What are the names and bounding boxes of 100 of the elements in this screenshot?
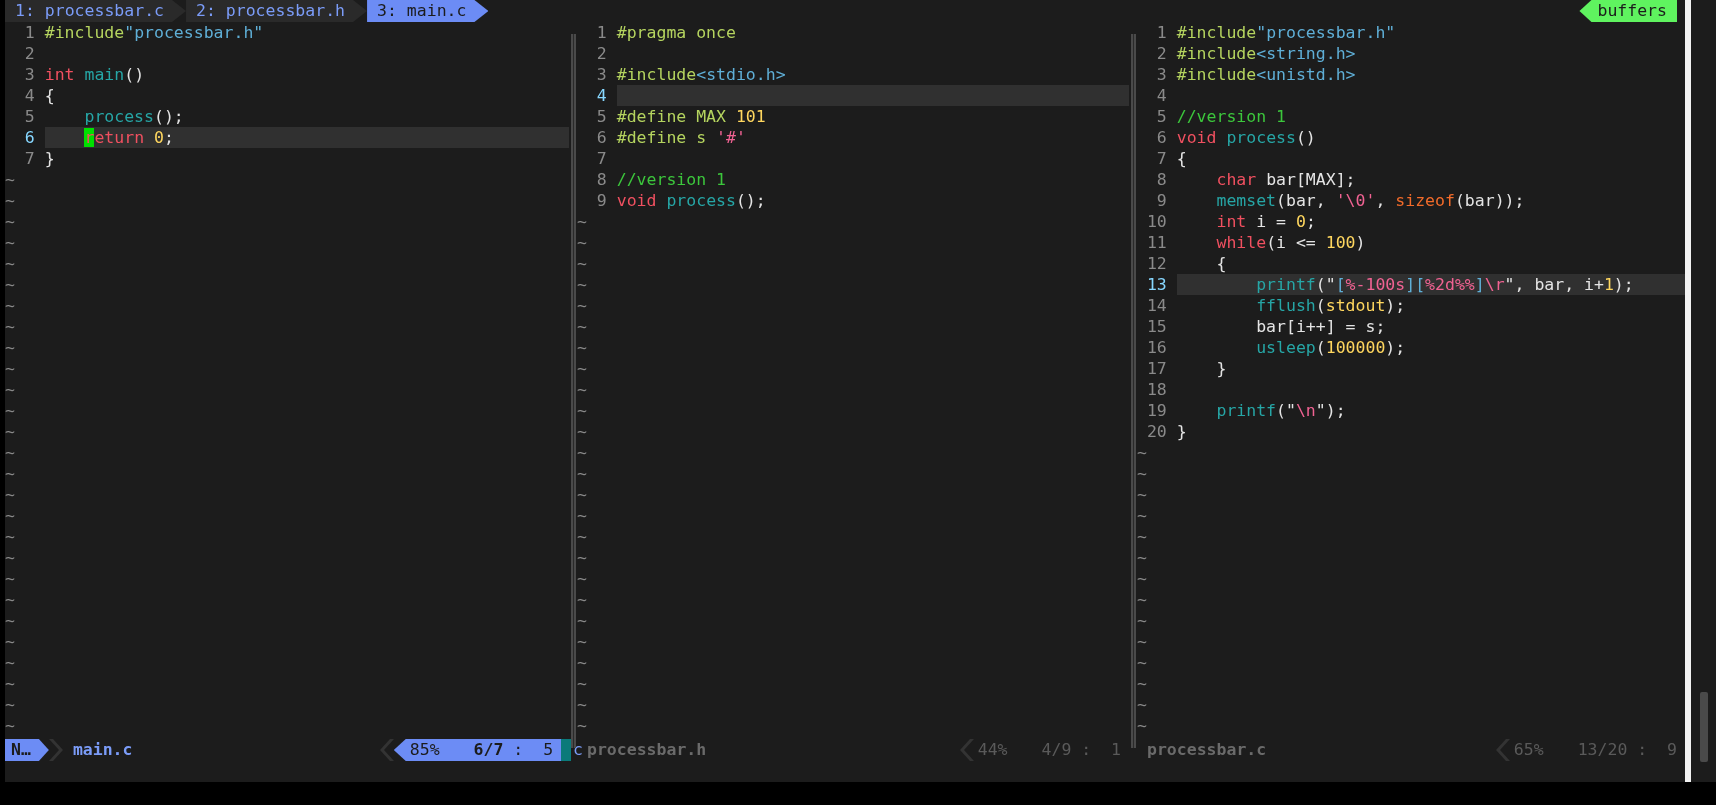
code-line: process();	[83, 106, 185, 127]
empty-line-marker: ~	[1137, 568, 1147, 589]
line-number: 11	[1145, 232, 1167, 253]
code-line: }	[44, 148, 56, 169]
empty-line-marker: ~	[5, 505, 15, 526]
scroll-percent: 44%	[977, 739, 1008, 761]
empty-line-marker: ~	[5, 211, 15, 232]
empty-line-marker: ~	[577, 610, 587, 631]
empty-line-marker: ~	[5, 694, 15, 715]
empty-line-marker: ~	[1137, 505, 1147, 526]
empty-line-marker: ~	[577, 379, 587, 400]
line-number: 9	[1155, 190, 1167, 211]
empty-line-marker: ~	[577, 253, 587, 274]
chevron-icon	[379, 739, 394, 761]
empty-line-marker: ~	[577, 505, 587, 526]
buffers-label: buffers	[1579, 0, 1677, 22]
line-number: 2	[595, 43, 607, 64]
code-line: fflush(stdout);	[1255, 295, 1407, 316]
code-line: #include<stdio.h>	[616, 64, 787, 85]
code-line: //version 1	[616, 169, 727, 190]
line-number: 15	[1145, 316, 1167, 337]
empty-line-marker: ~	[5, 715, 15, 736]
empty-line-marker: ~	[1137, 673, 1147, 694]
line-number: 10	[1145, 211, 1167, 232]
line-number: 3	[1155, 64, 1167, 85]
empty-line-marker: ~	[5, 295, 15, 316]
empty-line-marker: ~	[1137, 589, 1147, 610]
mode-indicator: N…	[5, 739, 49, 761]
empty-line-marker: ~	[5, 253, 15, 274]
line-number: 4	[23, 85, 35, 106]
code-line: #include"processbar.h"	[1176, 22, 1397, 43]
empty-line-marker: ~	[577, 463, 587, 484]
code-line: {	[44, 85, 56, 106]
empty-line-marker: ~	[5, 526, 15, 547]
line-number: 8	[595, 169, 607, 190]
line-number: 2	[23, 43, 35, 64]
empty-line-marker: ~	[5, 190, 15, 211]
line-number: 6	[595, 127, 607, 148]
code-line: #pragma once	[616, 22, 737, 43]
line-number: 6	[23, 127, 35, 148]
empty-line-marker: ~	[1137, 463, 1147, 484]
empty-line-marker: ~	[1137, 442, 1147, 463]
empty-line-marker: ~	[1137, 484, 1147, 505]
line-number: 16	[1145, 337, 1167, 358]
line-number: 2	[1155, 43, 1167, 64]
empty-line-marker: ~	[1137, 631, 1147, 652]
buffer-tab[interactable]: 3: main.c	[367, 0, 489, 22]
file-name: main.c	[72, 739, 133, 761]
code-line: //version 1	[1176, 106, 1287, 127]
empty-line-marker: ~	[1137, 547, 1147, 568]
empty-line-marker: ~	[577, 652, 587, 673]
cursor-position: 6/7 : 5	[473, 739, 554, 761]
empty-line-marker: ~	[577, 673, 587, 694]
line-number: 3	[23, 64, 35, 85]
buffer-tab[interactable]: 1: processbar.c	[5, 0, 186, 22]
line-number: 4	[1155, 85, 1167, 106]
empty-line-marker: ~	[577, 442, 587, 463]
empty-line-marker: ~	[577, 547, 587, 568]
code-line: printf("\n");	[1215, 400, 1347, 421]
empty-line-marker: ~	[5, 316, 15, 337]
file-name: processbar.c	[1147, 739, 1267, 761]
empty-line-marker: ~	[577, 421, 587, 442]
empty-line-marker: ~	[5, 631, 15, 652]
empty-line-marker: ~	[5, 358, 15, 379]
empty-line-marker: ~	[577, 526, 587, 547]
line-number: 7	[1155, 148, 1167, 169]
line-number: 1	[595, 22, 607, 43]
line-number: 1	[23, 22, 35, 43]
code-line: void process();	[616, 190, 767, 211]
line-number: 5	[1155, 106, 1167, 127]
scroll-percent: 65%	[1513, 739, 1544, 761]
chevron-icon	[959, 739, 974, 761]
line-number: 7	[595, 148, 607, 169]
code-line: int i = 0;	[1215, 211, 1317, 232]
code-line: #include"processbar.h"	[44, 22, 265, 43]
empty-line-marker: ~	[1137, 715, 1147, 736]
empty-line-marker: ~	[577, 631, 587, 652]
empty-line-marker: ~	[577, 337, 587, 358]
code-line: }	[1176, 421, 1188, 442]
line-number: 1	[1155, 22, 1167, 43]
empty-line-marker: ~	[577, 274, 587, 295]
empty-line-marker: ~	[577, 484, 587, 505]
code-line: #define MAX 101	[616, 106, 767, 127]
code-line: #include<unistd.h>	[1176, 64, 1357, 85]
code-line: #define s '#'	[616, 127, 747, 148]
line-number: 5	[595, 106, 607, 127]
code-line: #include<string.h>	[1176, 43, 1357, 64]
empty-line-marker: ~	[5, 568, 15, 589]
code-line: int main()	[44, 64, 146, 85]
buffer-tab[interactable]: 2: processbar.h	[186, 0, 368, 22]
empty-line-marker: ~	[577, 211, 587, 232]
empty-line-marker: ~	[5, 169, 15, 190]
line-number: 17	[1145, 358, 1167, 379]
line-number: 8	[1155, 169, 1167, 190]
empty-line-marker: ~	[5, 421, 15, 442]
empty-line-marker: ~	[577, 232, 587, 253]
code-line: void process()	[1176, 127, 1317, 148]
empty-line-marker: ~	[5, 610, 15, 631]
empty-line-marker: ~	[5, 337, 15, 358]
chevron-icon	[1495, 739, 1510, 761]
